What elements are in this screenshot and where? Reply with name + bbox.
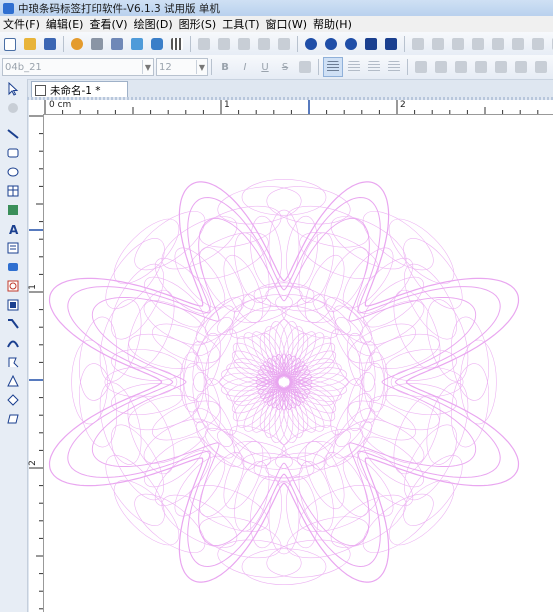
grid-icon[interactable] xyxy=(168,35,186,53)
menu-file[interactable]: 文件(F) xyxy=(0,16,43,32)
menu-tools[interactable]: 工具(T) xyxy=(219,16,262,32)
cut-icon[interactable] xyxy=(195,35,213,53)
align-icon[interactable] xyxy=(409,35,427,53)
unlock-icon[interactable] xyxy=(509,35,527,53)
menu-bar: 文件(F) 编辑(E) 查看(V) 绘图(D) 图形(S) 工具(T) 窗口(W… xyxy=(0,16,553,32)
copy-icon[interactable] xyxy=(215,35,233,53)
diamond-icon[interactable] xyxy=(3,391,23,409)
richtext-icon[interactable] xyxy=(3,239,23,257)
ellipse-icon[interactable] xyxy=(3,163,23,181)
align-bottom-icon[interactable] xyxy=(452,58,470,76)
font-name-value: 04b_21 xyxy=(5,61,42,73)
ruler-label-2: 2 xyxy=(400,100,406,110)
align-justify-icon[interactable] xyxy=(385,58,403,76)
zoom-in-icon[interactable] xyxy=(302,35,320,53)
line-spacing-icon[interactable] xyxy=(492,58,510,76)
vertical-ruler-ticks xyxy=(29,115,43,610)
redo-icon[interactable] xyxy=(275,35,293,53)
vruler-label-2: 2 xyxy=(27,460,38,466)
bring-front-icon[interactable] xyxy=(529,35,547,53)
zoom-out-icon[interactable] xyxy=(322,35,340,53)
vertical-ruler: 1 2 xyxy=(27,114,44,612)
text-direction-icon[interactable] xyxy=(532,58,550,76)
align-right-icon[interactable] xyxy=(365,58,383,76)
barcode-icon[interactable] xyxy=(3,258,23,276)
chevron-down-icon[interactable]: ▼ xyxy=(142,60,153,74)
triangle-icon[interactable] xyxy=(3,372,23,390)
align-left-icon[interactable] xyxy=(323,57,343,77)
italic-icon[interactable]: I xyxy=(236,58,254,76)
datamatrix-icon[interactable] xyxy=(3,296,23,314)
paste-icon[interactable] xyxy=(235,35,253,53)
text-icon[interactable]: A xyxy=(3,220,23,238)
pan-icon[interactable] xyxy=(3,99,23,117)
window-title: 中琅条码标签打印软件-V6.1.3 试用版 单机 xyxy=(18,2,220,15)
app-icon xyxy=(3,2,14,14)
image-icon[interactable] xyxy=(3,201,23,219)
menu-window[interactable]: 窗口(W) xyxy=(263,16,310,32)
align-middle-icon[interactable] xyxy=(432,58,450,76)
parallelogram-icon[interactable] xyxy=(3,410,23,428)
ruler-label-0: 0 cm xyxy=(49,100,72,110)
line-icon[interactable] xyxy=(3,125,23,143)
rotate-icon[interactable] xyxy=(512,58,530,76)
font-size-combo[interactable]: 12 ▼ xyxy=(156,58,208,76)
document-tab-label: 未命名-1 * xyxy=(50,84,101,97)
document-tab[interactable]: 未命名-1 * xyxy=(31,81,128,98)
group-icon[interactable] xyxy=(449,35,467,53)
menu-shape[interactable]: 图形(S) xyxy=(176,16,220,32)
fit-width-icon[interactable] xyxy=(382,35,400,53)
main-toolbar xyxy=(0,32,553,57)
svg-text:A: A xyxy=(9,223,19,236)
table-icon[interactable] xyxy=(3,182,23,200)
format-toolbar: 04b_21 ▼ 12 ▼ B I U S xyxy=(0,55,553,80)
chevron-down-icon[interactable]: ▼ xyxy=(196,60,207,74)
drawing-tools-palette: A xyxy=(0,79,28,612)
save-icon[interactable] xyxy=(41,35,59,53)
vruler-label-1: 1 xyxy=(27,284,38,290)
lock-icon[interactable] xyxy=(489,35,507,53)
settings-icon[interactable] xyxy=(68,35,86,53)
distribute-icon[interactable] xyxy=(429,35,447,53)
menu-view[interactable]: 查看(V) xyxy=(86,16,130,32)
align-top-icon[interactable] xyxy=(412,58,430,76)
pointer-icon[interactable] xyxy=(3,80,23,98)
font-size-value: 12 xyxy=(159,61,172,73)
qrcode-icon[interactable] xyxy=(3,277,23,295)
font-name-combo[interactable]: 04b_21 ▼ xyxy=(2,58,154,76)
guilloche-pattern[interactable] xyxy=(44,115,553,612)
zoom-actual-icon[interactable] xyxy=(342,35,360,53)
horizontal-ruler-ticks xyxy=(44,100,539,114)
send-back-icon[interactable] xyxy=(549,35,553,53)
fit-page-icon[interactable] xyxy=(362,35,380,53)
underline-icon[interactable]: U xyxy=(256,58,274,76)
undo-icon[interactable] xyxy=(255,35,273,53)
print-icon[interactable] xyxy=(88,35,106,53)
bold-icon[interactable]: B xyxy=(216,58,234,76)
clear-format-icon[interactable] xyxy=(296,58,314,76)
ruler-label-1: 1 xyxy=(224,100,230,110)
arc-icon[interactable] xyxy=(3,334,23,352)
menu-help[interactable]: 帮助(H) xyxy=(310,16,355,32)
spacing-icon[interactable] xyxy=(472,58,490,76)
ungroup-icon[interactable] xyxy=(469,35,487,53)
open-icon[interactable] xyxy=(21,35,39,53)
bezier-icon[interactable] xyxy=(3,353,23,371)
polyline-icon[interactable] xyxy=(3,315,23,333)
database-icon[interactable] xyxy=(148,35,166,53)
title-bar: 中琅条码标签打印软件-V6.1.3 试用版 单机 xyxy=(0,0,553,16)
ruler-corner xyxy=(29,100,44,115)
design-canvas[interactable] xyxy=(44,115,553,612)
export-icon[interactable] xyxy=(128,35,146,53)
horizontal-ruler: 0 cm 1 2 xyxy=(43,100,553,115)
strikethrough-icon[interactable]: S xyxy=(276,58,294,76)
print-preview-icon[interactable] xyxy=(108,35,126,53)
menu-draw[interactable]: 绘图(D) xyxy=(131,16,176,32)
document-icon xyxy=(35,84,46,96)
menu-edit[interactable]: 编辑(E) xyxy=(43,16,87,32)
align-center-icon[interactable] xyxy=(345,58,363,76)
rounded-rect-icon[interactable] xyxy=(3,144,23,162)
new-icon[interactable] xyxy=(1,35,19,53)
